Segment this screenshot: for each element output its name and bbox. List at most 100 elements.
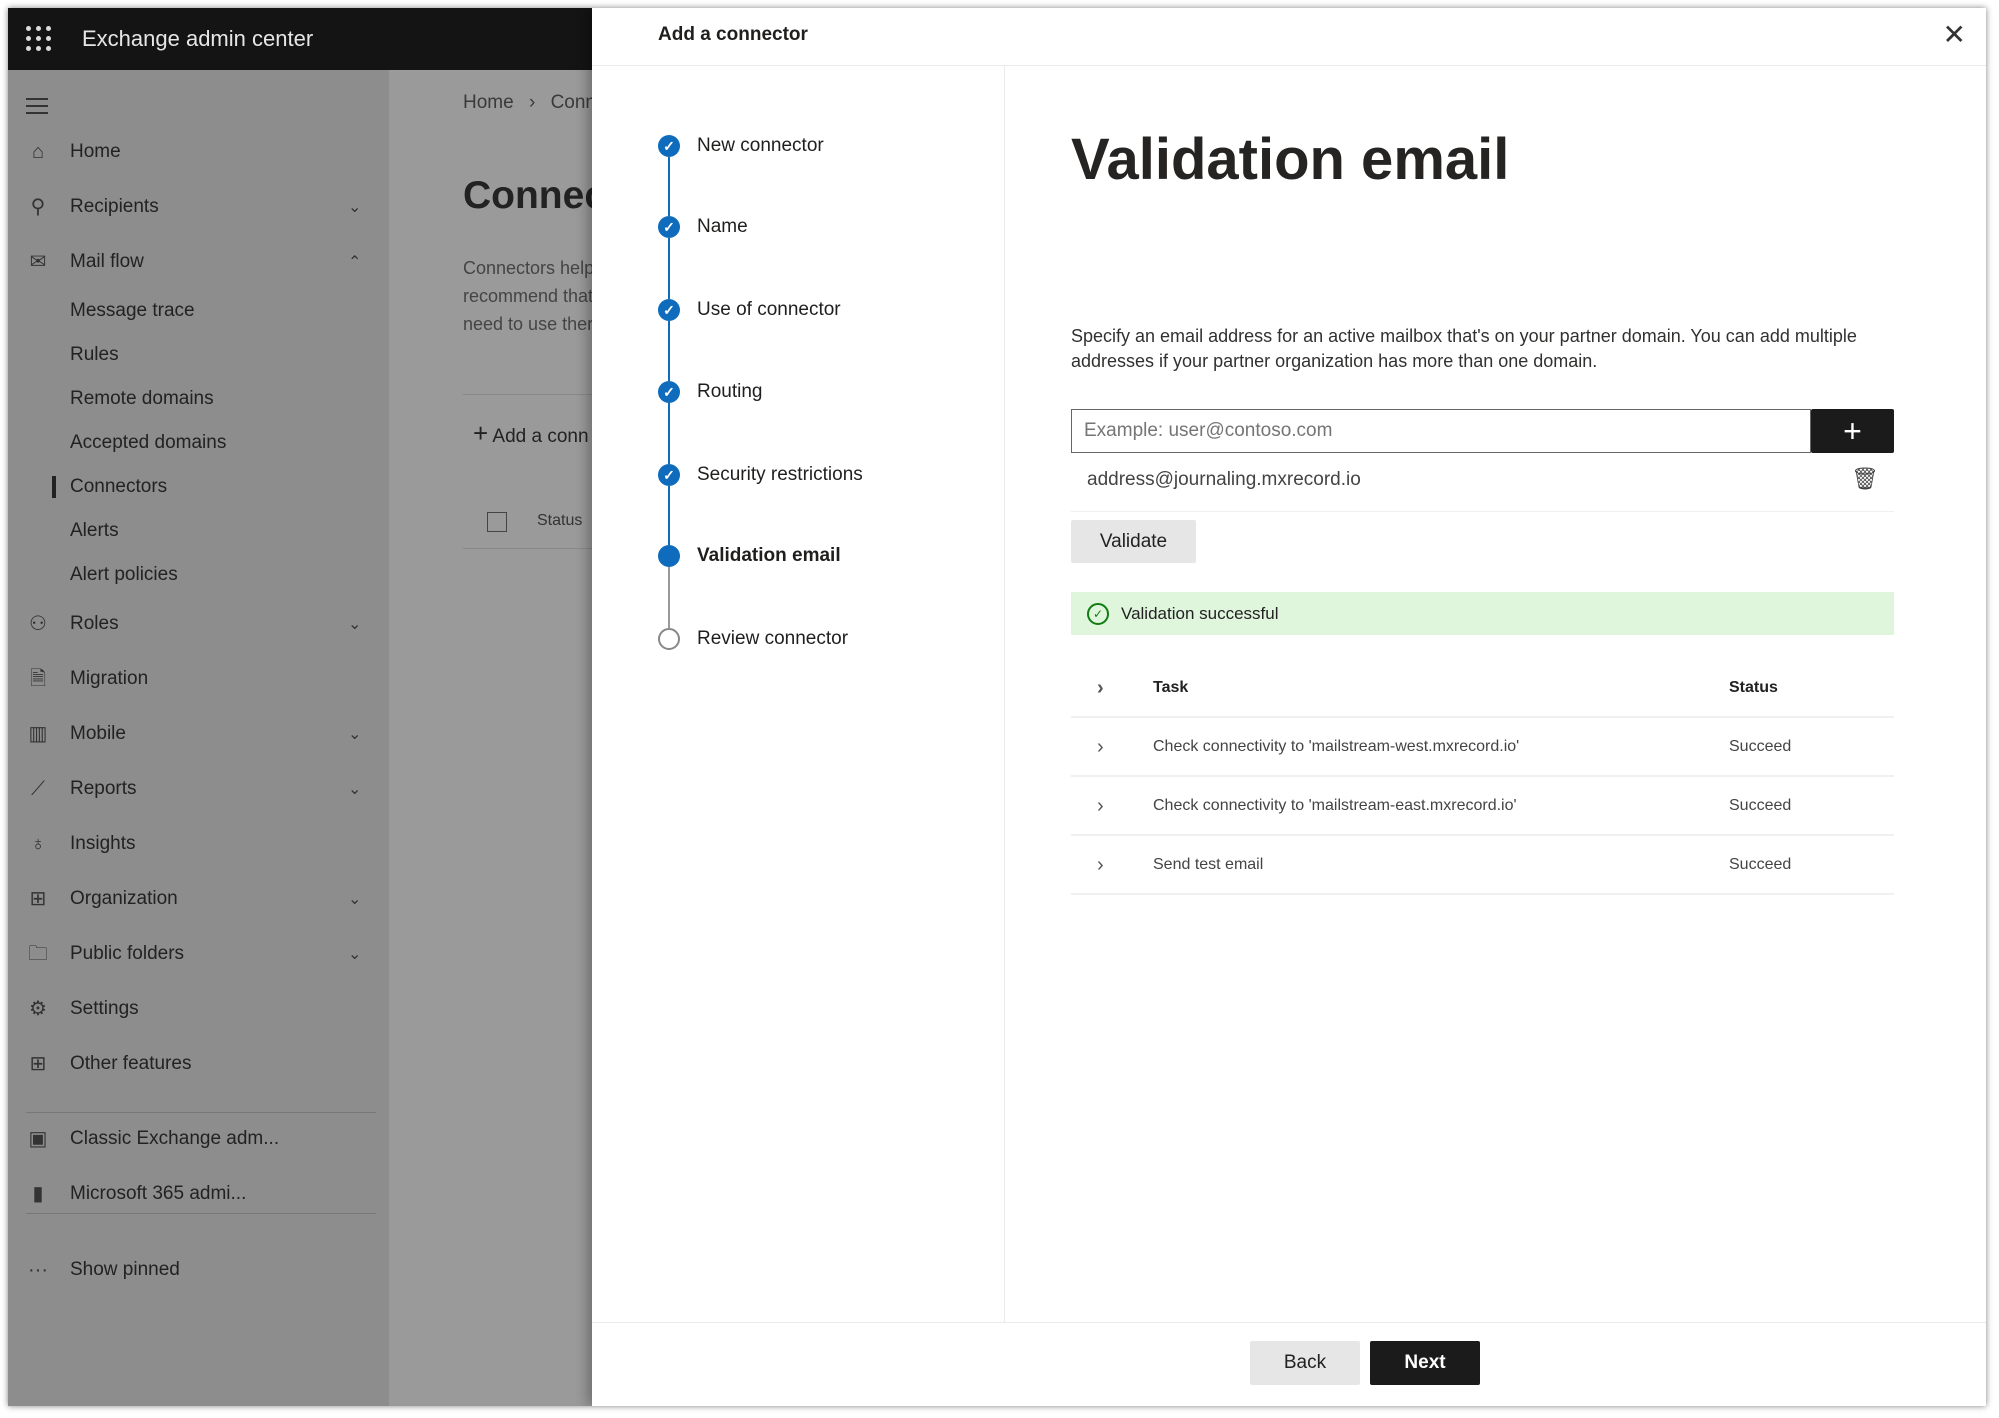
plus-icon: + <box>1843 412 1862 449</box>
sidebar-item-label: Other features <box>70 1053 192 1074</box>
reports-icon: ⟋ <box>31 778 45 800</box>
select-all-checkbox[interactable] <box>487 512 507 532</box>
page-description: Connectors help recommend that need to u… <box>463 254 594 338</box>
step-label: Review connector <box>697 628 849 649</box>
status-column-header[interactable]: Status <box>537 512 582 530</box>
chevron-down-icon[interactable]: ⌄ <box>348 724 361 744</box>
sidebar-item-mobile[interactable]: ▥ Mobile ⌄ <box>8 714 389 754</box>
sidebar-item-label: Mobile <box>70 723 126 744</box>
sidebar-item-connectors[interactable]: Connectors <box>8 467 389 507</box>
chevron-down-icon[interactable]: ⌄ <box>348 614 361 634</box>
step-label: Use of connector <box>697 299 841 320</box>
checkmark-icon: ✓ <box>658 135 680 157</box>
table-row[interactable]: › Send test email Succeed <box>1071 837 1894 895</box>
chevron-up-icon[interactable]: ⌃ <box>348 252 361 272</box>
sidebar: ⌂ Home ⚲ Recipients ⌄ ✉ Mail flow ⌃ Message trac… <box>8 70 389 1406</box>
app-launcher-icon[interactable] <box>26 26 52 52</box>
lightbulb-icon: ♁ <box>30 833 46 855</box>
sidebar-item-migration[interactable]: 🗎 Migration <box>8 659 389 699</box>
more-icon: ··· <box>28 1259 48 1281</box>
checkmark-circle-icon: ✓ <box>1087 602 1109 625</box>
step-connector <box>668 321 670 381</box>
step-heading: Validation email <box>1071 127 1510 192</box>
add-connector-button[interactable]: + Add a conn <box>473 418 589 449</box>
wizard-step[interactable]: ✓ Use of connector <box>658 295 841 325</box>
sidebar-item-label: Mail flow <box>70 251 144 272</box>
sidebar-item-message-trace[interactable]: Message trace <box>8 291 389 331</box>
expand-chevron-icon[interactable]: › <box>1097 854 1104 877</box>
chevron-down-icon[interactable]: ⌄ <box>348 779 361 799</box>
sidebar-item-other-features[interactable]: ⊞ Other features <box>8 1044 389 1084</box>
sidebar-item-classic-exchange-adm[interactable]: ▣ Classic Exchange adm... <box>8 1119 389 1159</box>
email-input[interactable] <box>1071 409 1811 453</box>
expand-chevron-icon[interactable]: › <box>1097 736 1104 759</box>
sidebar-item-recipients[interactable]: ⚲ Recipients ⌄ <box>8 187 389 227</box>
sidebar-item-accepted-domains[interactable]: Accepted domains <box>8 423 389 463</box>
sidebar-item-label: Alerts <box>70 520 119 541</box>
sidebar-item-label: Alert policies <box>70 564 178 585</box>
sidebar-item-show-pinned[interactable]: ··· Show pinned <box>8 1250 389 1290</box>
chevron-down-icon[interactable]: ⌄ <box>348 944 361 964</box>
sidebar-item-reports[interactable]: ⟋ Reports ⌄ <box>8 769 389 809</box>
sidebar-item-mail-flow[interactable]: ✉ Mail flow ⌃ <box>8 242 389 282</box>
status-column-header[interactable]: Status <box>1729 679 1778 697</box>
wizard-step[interactable]: ✓ New connector <box>658 131 824 161</box>
sidebar-item-label: Public folders <box>70 943 185 964</box>
expand-all-chevron-icon[interactable]: › <box>1097 677 1104 700</box>
desc-line: need to use ther <box>463 314 594 334</box>
organization-icon: ⊞ <box>29 888 47 910</box>
status-cell: Succeed <box>1729 856 1792 873</box>
sidebar-item-microsoft-365-admi[interactable]: ▮ Microsoft 365 admi... <box>8 1174 389 1214</box>
chevron-down-icon[interactable]: ⌄ <box>348 197 361 217</box>
wizard-step[interactable]: Validation email <box>658 541 841 571</box>
sidebar-item-label: Roles <box>70 613 119 634</box>
table-row[interactable]: › Check connectivity to 'mailstream-west.… <box>1071 719 1894 777</box>
wizard-step[interactable]: ✓ Name <box>658 212 748 242</box>
wizard-step[interactable]: Review connector <box>658 624 848 654</box>
back-button[interactable]: Back <box>1250 1341 1360 1385</box>
sidebar-item-label: Migration <box>70 668 149 689</box>
sidebar-item-label: Remote domains <box>70 388 214 409</box>
sidebar-item-organization[interactable]: ⊞ Organization ⌄ <box>8 879 389 919</box>
home-icon: ⌂ <box>31 141 45 163</box>
sidebar-item-label: Microsoft 365 admi... <box>70 1183 247 1204</box>
sidebar-item-alerts[interactable]: Alerts <box>8 511 389 551</box>
folder-icon: 🗀 <box>28 943 48 965</box>
chevron-down-icon[interactable]: ⌄ <box>348 889 361 909</box>
wizard-step[interactable]: ✓ Security restrictions <box>658 460 863 490</box>
mobile-icon: ▥ <box>28 723 48 745</box>
wizard-step[interactable]: ✓ Routing <box>658 377 763 407</box>
sidebar-item-alert-policies[interactable]: Alert policies <box>8 555 389 595</box>
task-column-header[interactable]: Task <box>1153 679 1188 697</box>
desc-line: recommend that <box>463 286 594 306</box>
close-icon[interactable]: ✕ <box>1943 18 1966 51</box>
sidebar-item-label: Settings <box>70 998 139 1019</box>
delete-icon[interactable]: 🗑 <box>1851 466 1879 492</box>
validate-button[interactable]: Validate <box>1071 520 1196 563</box>
sidebar-item-label: Home <box>70 141 121 162</box>
breadcrumb-home[interactable]: Home <box>463 92 514 113</box>
add-email-button[interactable]: + <box>1811 409 1894 453</box>
hamburger-icon[interactable] <box>26 98 48 119</box>
step-connector <box>668 486 670 545</box>
table-row[interactable]: › Check connectivity to 'mailstream-east.… <box>1071 778 1894 836</box>
sidebar-item-home[interactable]: ⌂ Home <box>8 132 389 172</box>
office-icon: ▮ <box>32 1183 44 1205</box>
expand-chevron-icon[interactable]: › <box>1097 795 1104 818</box>
sidebar-item-roles[interactable]: ⚇ Roles ⌄ <box>8 604 389 644</box>
sidebar-item-insights[interactable]: ♁ Insights <box>8 824 389 864</box>
sidebar-item-remote-domains[interactable]: Remote domains <box>8 379 389 419</box>
next-button[interactable]: Next <box>1370 1341 1480 1385</box>
sidebar-item-label: Insights <box>70 833 136 854</box>
step-connector <box>668 567 670 628</box>
sidebar-item-rules[interactable]: Rules <box>8 335 389 375</box>
mail-icon: ✉ <box>29 251 47 273</box>
breadcrumb: Home › Conne <box>463 92 607 114</box>
status-cell: Succeed <box>1729 738 1792 755</box>
sidebar-item-label: Connectors <box>70 476 168 497</box>
checkmark-icon: ✓ <box>658 464 680 486</box>
sidebar-item-settings[interactable]: ⚙ Settings <box>8 989 389 1029</box>
success-banner: ✓ Validation successful <box>1071 592 1894 635</box>
step-label: Validation email <box>697 545 841 566</box>
sidebar-item-public-folders[interactable]: 🗀 Public folders ⌄ <box>8 934 389 974</box>
